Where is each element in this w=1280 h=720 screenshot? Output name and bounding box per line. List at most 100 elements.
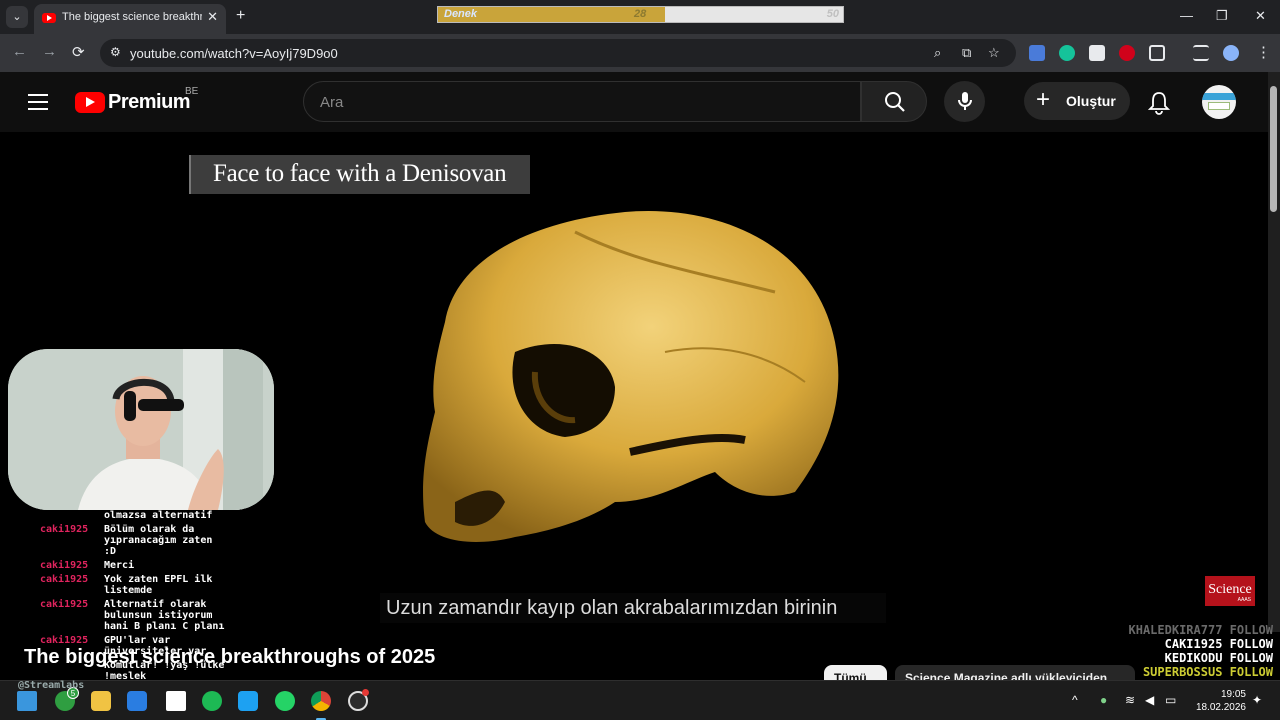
country-code: BE [185, 86, 199, 97]
reload-button[interactable]: ⟳ [72, 43, 85, 61]
zoom-icon[interactable]: ⌕ [934, 45, 941, 61]
goal-current: 28 [634, 8, 647, 20]
spotify-icon[interactable] [202, 691, 222, 711]
new-tab-button[interactable]: + [236, 7, 245, 25]
wifi-icon[interactable]: ≋ [1125, 693, 1135, 707]
science-logo-text: Science [1208, 582, 1252, 597]
adblock-icon[interactable] [1119, 45, 1135, 61]
chat-message: caki1925 Bölüm olarak da yıpranacağım zat… [40, 524, 280, 557]
hamburger-menu-icon[interactable] [28, 94, 48, 110]
scrollbar-thumb[interactable] [1270, 86, 1277, 212]
menu-icon[interactable]: ⋮ [1256, 43, 1271, 61]
recent-followers-list: KHALEDKIRA777 FOLLOW CAKI1925 FOLLOW KED… [1129, 623, 1274, 679]
browser-toolbar: ← → ⟳ ⚙ youtube.com/watch?v=AoyIj79D9o0 … [0, 34, 1280, 72]
chat-message: olmazsa alternatif [40, 510, 280, 521]
page-scrollbar[interactable] [1268, 72, 1280, 632]
chat-message: caki1925 Yok zaten EPFL ilk listemde [40, 574, 280, 596]
whatsapp-icon[interactable] [275, 691, 295, 711]
follower-item: KEDIKODU FOLLOW [1164, 651, 1273, 665]
url-text[interactable]: youtube.com/watch?v=AoyIj79D9o0 [130, 46, 338, 61]
tab-search-button[interactable]: ⌄ [6, 6, 28, 28]
date: 18.02.2026 [1195, 702, 1246, 713]
chat-message: caki1925 Alternatif olarak bulunsun istiy… [40, 599, 280, 632]
shield-extension-icon[interactable] [1089, 45, 1105, 61]
back-button[interactable]: ← [12, 43, 27, 60]
show-hidden-icons[interactable]: ^ [1072, 693, 1078, 707]
streamlabs-tag: @Streamlabs [18, 680, 85, 691]
chrome-icon[interactable] [311, 691, 331, 711]
puzzle-icon[interactable] [1149, 45, 1165, 61]
account-avatar[interactable] [1202, 85, 1236, 119]
follower-item: SUPERBOSSUS FOLLOW [1142, 665, 1273, 679]
follower-goal-bar: Denek 28 50 [437, 6, 844, 23]
create-button[interactable]: + Oluştur [1024, 82, 1130, 120]
youtube-premium-wordmark[interactable]: Premium [108, 91, 191, 114]
notifications-bell-icon[interactable] [1148, 91, 1170, 115]
tab-close-icon[interactable]: ✕ [207, 9, 218, 25]
grammarly-icon[interactable] [1059, 45, 1075, 61]
store-icon[interactable] [127, 691, 147, 711]
youtube-logo-icon[interactable] [75, 92, 105, 113]
video-title: The biggest science breakthroughs of 202… [24, 646, 436, 668]
chat-message: caki1925 Merci [40, 560, 280, 571]
tab-youtube[interactable]: The biggest science breakthrou ✕ [34, 4, 226, 34]
calendar-icon[interactable] [166, 691, 186, 711]
browser-tab-bar: ⌄ The biggest science breakthrou ✕ + Den… [0, 0, 1280, 34]
time: 19:05 [1220, 689, 1246, 700]
chat-text: Merci [104, 560, 135, 571]
site-info-icon[interactable]: ⚙ [110, 45, 121, 59]
streamer-webcam [8, 349, 274, 510]
microphone-icon [958, 92, 972, 110]
chat-username: caki1925 [40, 560, 89, 571]
screen: ⌄ The biggest science breakthrou ✕ + Den… [0, 0, 1280, 720]
voice-search-button[interactable] [944, 81, 985, 122]
restore-button[interactable]: ❐ [1216, 8, 1228, 24]
chat-text: olmazsa alternatif [104, 510, 213, 521]
battery-icon[interactable]: ▭ [1165, 693, 1176, 707]
forward-button[interactable]: → [42, 43, 57, 60]
install-app-icon[interactable]: ⧉ [962, 45, 971, 61]
profile-icon[interactable] [1223, 45, 1239, 61]
windows-taskbar: 5 ^ ● ≋ ◀ ▭ 19:05 18.02.2026 ✦ [0, 680, 1280, 720]
chat-username: caki1925 [40, 524, 89, 535]
video-title-card: Face to face with a Denisovan [189, 155, 530, 194]
subtitle-caption: Uzun zamandır kayıp olan akrabalarımızda… [380, 593, 886, 623]
create-label: Oluştur [1066, 93, 1116, 109]
plus-icon: + [1036, 86, 1051, 113]
follower-item: KHALEDKIRA777 FOLLOW [1128, 623, 1274, 637]
chat-username: caki1925 [40, 635, 89, 646]
microphone-tray-icon[interactable]: ● [1100, 693, 1107, 707]
science-logo-sub: AAAS [1237, 597, 1251, 603]
translate-icon[interactable] [1029, 45, 1045, 61]
notification-center-icon[interactable]: ✦ [1252, 693, 1262, 707]
chat-text: Yok zaten EPFL ilk listemde [104, 574, 213, 596]
twitter-icon[interactable] [238, 691, 258, 711]
youtube-favicon-icon [42, 13, 56, 23]
close-window-button[interactable]: ✕ [1255, 8, 1266, 24]
windows-start-icon[interactable] [17, 691, 37, 711]
address-bar[interactable]: ⚙ youtube.com/watch?v=AoyIj79D9o0 ⌕ ⧉ ☆ [100, 39, 1016, 67]
clock[interactable]: 19:05 18.02.2026 [1190, 688, 1246, 714]
chat-username: caki1925 [40, 574, 89, 585]
chat-text: Bölüm olarak da yıpranacağım zaten :D [104, 524, 213, 557]
chat-username: caki1925 [40, 599, 89, 610]
file-explorer-icon[interactable] [91, 691, 111, 711]
caption-text: Uzun zamandır kayıp olan akrabalarımızda… [386, 597, 838, 619]
search-input[interactable]: Ara [303, 81, 861, 122]
tab-title: The biggest science breakthrou [62, 11, 202, 23]
youtube-masthead: Premium BE Ara + Oluştur [0, 72, 1268, 132]
search-button[interactable] [861, 81, 927, 122]
minimize-button[interactable]: — [1180, 8, 1193, 23]
follower-item: CAKI1925 FOLLOW [1164, 637, 1273, 651]
media-icon[interactable] [1193, 45, 1209, 61]
search-placeholder: Ara [320, 94, 344, 111]
chat-text: Alternatif olarak bulunsun istiyorum han… [104, 599, 225, 632]
star-icon[interactable]: ☆ [988, 45, 1000, 61]
goal-max: 50 [826, 8, 839, 20]
recording-dot-icon [362, 689, 369, 696]
denisovan-skull-image [415, 202, 855, 552]
title-card-text: Face to face with a Denisovan [213, 160, 507, 187]
science-magazine-logo: Science AAAS [1205, 576, 1255, 606]
search-icon [885, 92, 905, 112]
volume-icon[interactable]: ◀ [1145, 693, 1154, 707]
